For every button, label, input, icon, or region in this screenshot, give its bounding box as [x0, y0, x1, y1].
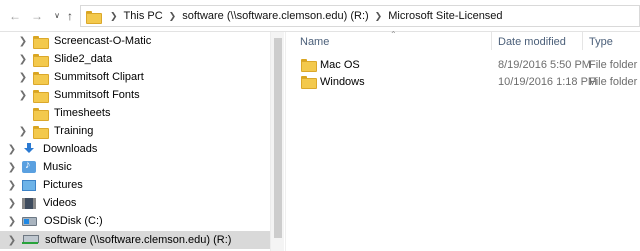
nav-item-label: Summitsoft Clipart	[54, 71, 144, 83]
nav-item-summitsoft-clipart[interactable]: ❯ Summitsoft Clipart	[0, 68, 270, 86]
folder-icon	[301, 59, 317, 72]
nav-item-screencast-o-matic[interactable]: ❯ Screencast-O-Matic	[0, 32, 270, 50]
nav-item-label: Videos	[43, 197, 77, 209]
up-arrow-icon[interactable]: ↑	[63, 9, 77, 23]
nav-scrollbar[interactable]	[270, 32, 284, 251]
pictures-icon	[22, 179, 36, 191]
nav-item-label: OSDisk (C:)	[44, 215, 103, 227]
file-type: File folder	[589, 76, 638, 88]
network-drive-icon	[22, 235, 39, 245]
videos-icon	[22, 197, 36, 209]
scrollbar-thumb[interactable]	[274, 38, 282, 238]
chevron-right-icon[interactable]: ❯	[7, 235, 17, 246]
nav-item-label: Downloads	[43, 143, 98, 155]
music-icon	[22, 159, 36, 173]
file-list-pane: ⌃ Name Date modified Type Mac OS 8/19/20…	[285, 30, 640, 251]
file-date: 8/19/2016 5:50 PM	[498, 59, 591, 71]
nav-item-label: Music	[43, 161, 72, 173]
nav-item-label: Training	[54, 125, 94, 137]
chevron-right-icon[interactable]: ❯	[18, 72, 28, 83]
nav-item-label: Pictures	[43, 179, 83, 191]
chevron-right-icon[interactable]: ❯	[7, 216, 17, 227]
nav-item-downloads[interactable]: ❯ Downloads	[0, 140, 270, 158]
nav-item-music[interactable]: ❯ Music	[0, 158, 270, 176]
chevron-right-icon[interactable]: ❯	[18, 54, 28, 65]
breadcrumb-current-folder[interactable]: Microsoft Site-Licensed	[388, 10, 502, 22]
navigation-pane: ❯ Screencast-O-Matic ❯ Slide2_data ❯ Sum…	[0, 32, 284, 251]
download-icon	[22, 143, 36, 155]
column-header-name[interactable]: Name	[300, 36, 329, 48]
nav-item-summitsoft-fonts[interactable]: ❯ Summitsoft Fonts	[0, 86, 270, 104]
nav-item-slide2-data[interactable]: ❯ Slide2_data	[0, 50, 270, 68]
folder-icon	[33, 53, 49, 67]
address-toolbar: ← → ∨ ↑ ❯ This PC ❯ software (\\software…	[0, 0, 640, 32]
nav-item-videos[interactable]: ❯ Videos	[0, 194, 270, 212]
forward-arrow-icon[interactable]: →	[30, 9, 44, 23]
chevron-down-icon[interactable]: ∨	[50, 9, 64, 23]
nav-item-pictures[interactable]: ❯ Pictures	[0, 176, 270, 194]
folder-icon	[301, 76, 317, 89]
nav-item-training[interactable]: ❯ Training	[0, 122, 270, 140]
folder-icon	[86, 10, 102, 24]
column-divider[interactable]	[491, 32, 492, 50]
column-header-row: ⌃ Name Date modified Type	[286, 30, 640, 50]
disk-icon	[22, 216, 37, 226]
nav-item-timesheets[interactable]: Timesheets	[0, 104, 270, 122]
breadcrumb-separator-icon[interactable]: ❯	[110, 11, 118, 22]
nav-item-label: Timesheets	[54, 107, 111, 119]
nav-item-software-drive[interactable]: ❯ software (\\software.clemson.edu) (R:)	[0, 231, 270, 249]
folder-icon	[33, 107, 49, 121]
column-header-date[interactable]: Date modified	[498, 36, 566, 48]
folder-icon	[33, 71, 49, 85]
file-row-mac-os[interactable]: Mac OS 8/19/2016 5:50 PM File folder	[286, 56, 640, 73]
breadcrumb-separator-icon[interactable]: ❯	[375, 11, 383, 22]
address-bar[interactable]: ❯ This PC ❯ software (\\software.clemson…	[80, 5, 640, 27]
file-name: Mac OS	[320, 59, 360, 71]
nav-item-label: Screencast-O-Matic	[54, 35, 152, 47]
chevron-right-icon[interactable]: ❯	[7, 180, 17, 191]
chevron-right-icon[interactable]: ❯	[18, 90, 28, 101]
breadcrumb-this-pc[interactable]: This PC	[124, 10, 163, 22]
file-name: Windows	[320, 76, 365, 88]
chevron-right-icon[interactable]: ❯	[7, 198, 17, 209]
column-header-type[interactable]: Type	[589, 36, 613, 48]
nav-item-label: software (\\software.clemson.edu) (R:)	[45, 234, 232, 246]
file-date: 10/19/2016 1:18 PM	[498, 76, 598, 88]
column-divider[interactable]	[582, 32, 583, 50]
chevron-right-icon[interactable]: ❯	[18, 126, 28, 137]
nav-item-label: Summitsoft Fonts	[54, 89, 140, 101]
sort-ascending-icon: ⌃	[390, 30, 397, 39]
chevron-right-icon[interactable]: ❯	[7, 144, 17, 155]
breadcrumb-separator-icon[interactable]: ❯	[169, 11, 177, 22]
breadcrumb-software-drive[interactable]: software (\\software.clemson.edu) (R:)	[182, 10, 368, 22]
file-row-windows[interactable]: Windows 10/19/2016 1:18 PM File folder	[286, 73, 640, 90]
folder-icon	[33, 125, 49, 139]
chevron-right-icon[interactable]: ❯	[7, 162, 17, 173]
back-arrow-icon[interactable]: ←	[8, 9, 22, 23]
folder-icon	[33, 89, 49, 103]
folder-icon	[33, 35, 49, 49]
file-type: File folder	[589, 59, 638, 71]
nav-item-osdisk[interactable]: ❯ OSDisk (C:)	[0, 212, 270, 230]
nav-item-label: Slide2_data	[54, 53, 113, 65]
chevron-right-icon[interactable]: ❯	[18, 36, 28, 47]
